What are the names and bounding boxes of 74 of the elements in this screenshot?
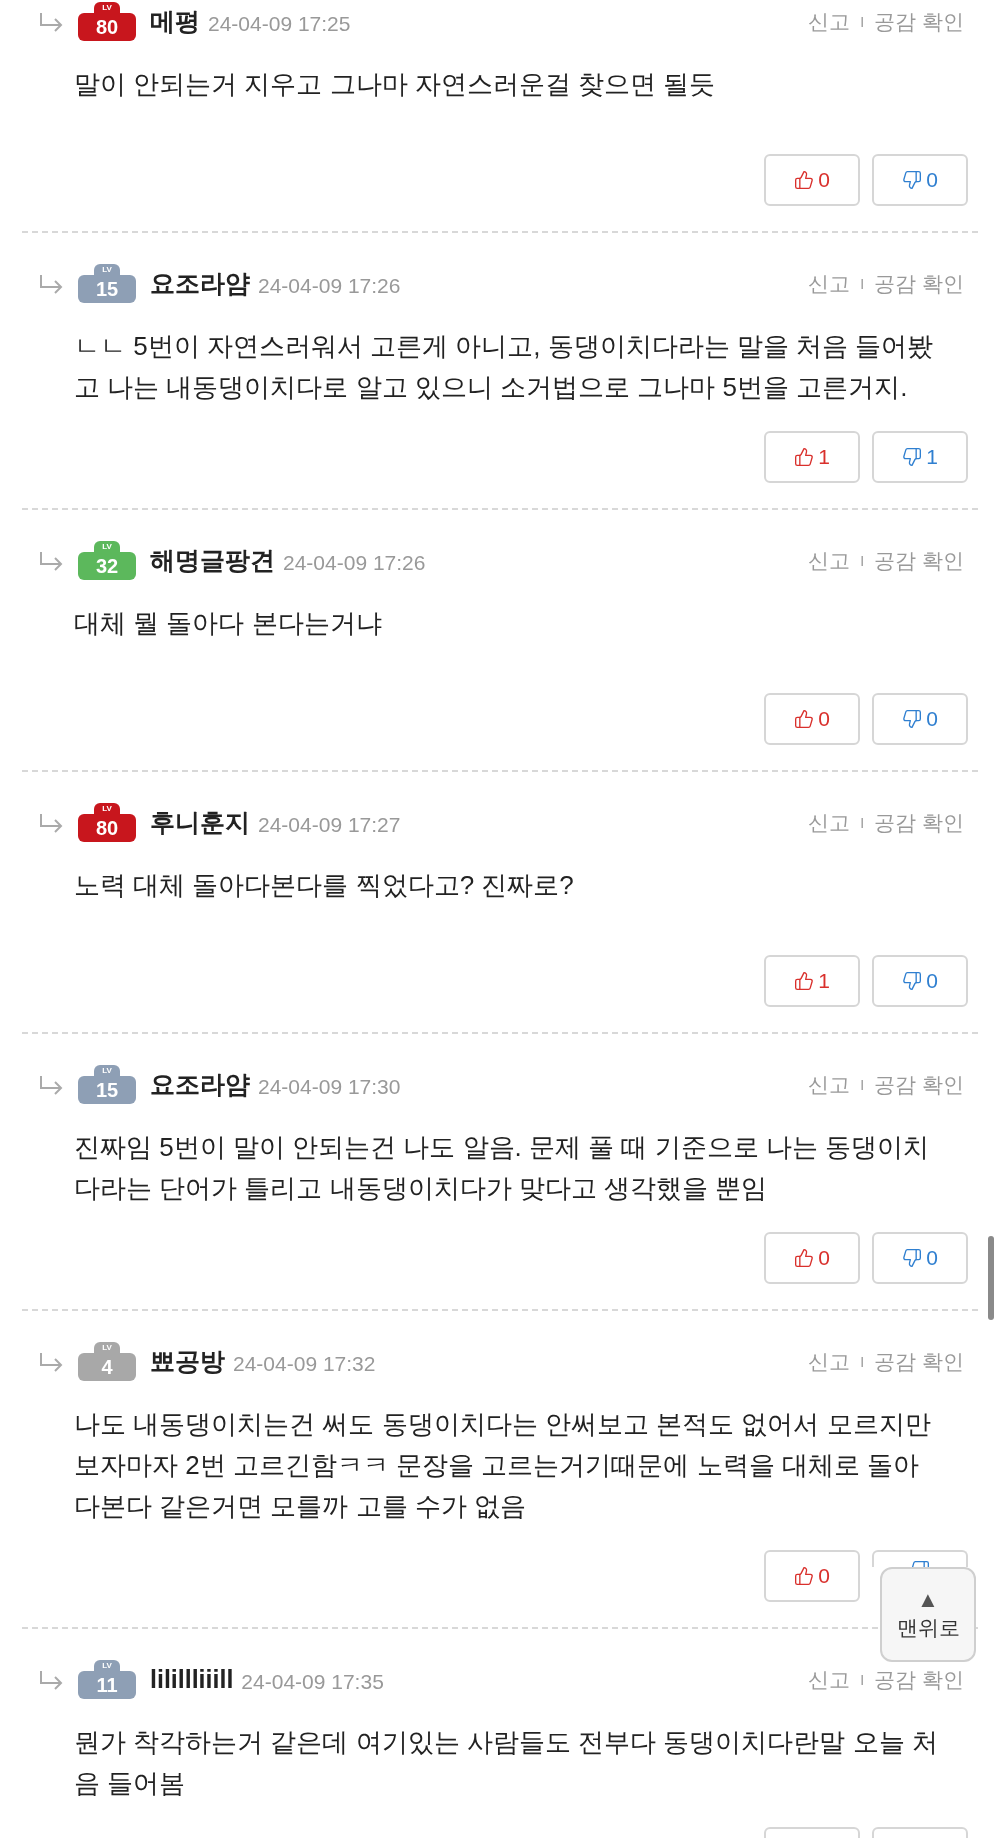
scrollbar[interactable] <box>988 1236 994 1320</box>
reply-arrow-icon <box>38 813 64 833</box>
report-link[interactable]: 신고 <box>808 1069 851 1101</box>
dislike-button[interactable]: 0 <box>872 693 968 745</box>
report-link[interactable]: 신고 <box>808 807 851 839</box>
dislike-button[interactable]: 0 <box>872 154 968 206</box>
report-link[interactable]: 신고 <box>808 268 851 300</box>
like-button[interactable]: 0 <box>764 693 860 745</box>
comment-text: 나도 내동댕이치는건 써도 동댕이치다는 안써보고 본적도 없어서 모르지만 보자마자 2번 고르긴함ㅋㅋ 문장을 고르는거기때문에 노력을 대체로 돌아다본다 같은거면 모를까 고를 수가 없음 <box>74 1408 932 1523</box>
empathy-link[interactable]: 공감 확인 <box>874 1069 964 1101</box>
link-separator: I <box>860 1670 865 1690</box>
dislike-button[interactable]: 1 <box>872 431 968 483</box>
comment-text: 말이 안되는거 지우고 그나마 자연스러운걸 찾으면 될듯 <box>74 68 717 101</box>
thumbs-down-icon <box>902 170 923 190</box>
empathy-link[interactable]: 공감 확인 <box>874 1664 964 1696</box>
link-separator: I <box>860 1075 865 1095</box>
comment-time: 24-04-09 17:25 <box>208 11 351 38</box>
author-name[interactable]: 요조라얌 <box>150 265 250 303</box>
link-separator: I <box>860 274 865 294</box>
thumbs-down-icon <box>902 1248 923 1268</box>
thumbs-down-icon <box>902 447 923 467</box>
reply-arrow-icon <box>38 12 64 32</box>
reply-arrow-icon <box>38 551 64 571</box>
comment-text: 뭔가 착각하는거 같은데 여기있는 사람들도 전부다 동댕이치다란말 오늘 처음 들어봄 <box>74 1726 939 1800</box>
author-name[interactable]: 뾰공방 <box>150 1343 225 1381</box>
thumbs-down-icon <box>902 709 923 729</box>
thumbs-up-icon <box>794 447 815 467</box>
comment-time: 24-04-09 17:35 <box>241 1669 384 1696</box>
author-name[interactable]: 메평 <box>150 3 200 41</box>
comment-time: 24-04-09 17:26 <box>258 273 401 300</box>
like-button[interactable]: 0 <box>764 1550 860 1602</box>
link-separator: I <box>860 813 865 833</box>
comment-time: 24-04-09 17:30 <box>258 1074 401 1101</box>
author-name[interactable]: 요조라얌 <box>150 1066 250 1104</box>
thumbs-up-icon <box>794 971 815 991</box>
empathy-link[interactable]: 공감 확인 <box>874 1346 964 1378</box>
comment-time: 24-04-09 17:26 <box>283 550 426 577</box>
comment-text: 대체 뭘 돌아다 본다는거냐 <box>74 607 383 640</box>
comment-text: ㄴㄴ 5번이 자연스러워서 고른게 아니고, 동댕이치다라는 말을 처음 들어봤고 나는 내동댕이치다로 알고 있으니 소거법으로 그나마 5번을 고른거지. <box>74 330 935 404</box>
report-link[interactable]: 신고 <box>808 1664 851 1696</box>
report-link[interactable]: 신고 <box>808 1346 851 1378</box>
thumbs-up-icon <box>794 1566 815 1586</box>
empathy-link[interactable]: 공감 확인 <box>874 545 964 577</box>
thumbs-up-icon <box>794 170 815 190</box>
report-link[interactable]: 신고 <box>808 545 851 577</box>
reply-arrow-icon <box>38 1075 64 1095</box>
back-to-top-button[interactable]: ▲ 맨위로 <box>880 1567 976 1662</box>
report-link[interactable]: 신고 <box>808 6 851 38</box>
empathy-link[interactable]: 공감 확인 <box>874 807 964 839</box>
dislike-button[interactable] <box>872 1550 968 1567</box>
reply-arrow-icon <box>38 1352 64 1372</box>
thumbs-down-icon <box>902 971 923 991</box>
reply-arrow-icon <box>38 1670 64 1690</box>
like-button[interactable]: 1 <box>764 955 860 1007</box>
dislike-button[interactable]: 0 <box>872 955 968 1007</box>
link-separator: I <box>860 12 865 32</box>
dislike-button[interactable]: 0 <box>872 1232 968 1284</box>
thumbs-up-icon <box>794 1248 815 1268</box>
comment-text: 진짜임 5번이 말이 안되는건 나도 알음. 문제 풀 때 기준으로 나는 동댕이치다라는 단어가 틀리고 내동댕이치다가 맞다고 생각했을 뿐임 <box>74 1131 931 1205</box>
empathy-link[interactable]: 공감 확인 <box>874 268 964 300</box>
author-name[interactable]: 해명글팡견 <box>150 542 275 580</box>
like-button[interactable]: 0 <box>764 154 860 206</box>
link-separator: I <box>860 1352 865 1372</box>
thumbs-up-icon <box>794 709 815 729</box>
comment-text: 노력 대체 돌아다본다를 찍었다고? 진짜로? <box>74 869 575 902</box>
author-name[interactable]: 후니훈지 <box>150 804 250 842</box>
like-button[interactable]: 0 <box>764 1232 860 1284</box>
comment-time: 24-04-09 17:27 <box>258 812 401 839</box>
reply-arrow-icon <box>38 274 64 294</box>
link-separator: I <box>860 551 865 571</box>
author-name[interactable]: lilillliiill <box>150 1661 234 1699</box>
empathy-link[interactable]: 공감 확인 <box>874 6 964 38</box>
comment-time: 24-04-09 17:32 <box>233 1351 376 1378</box>
like-button[interactable]: 1 <box>764 431 860 483</box>
